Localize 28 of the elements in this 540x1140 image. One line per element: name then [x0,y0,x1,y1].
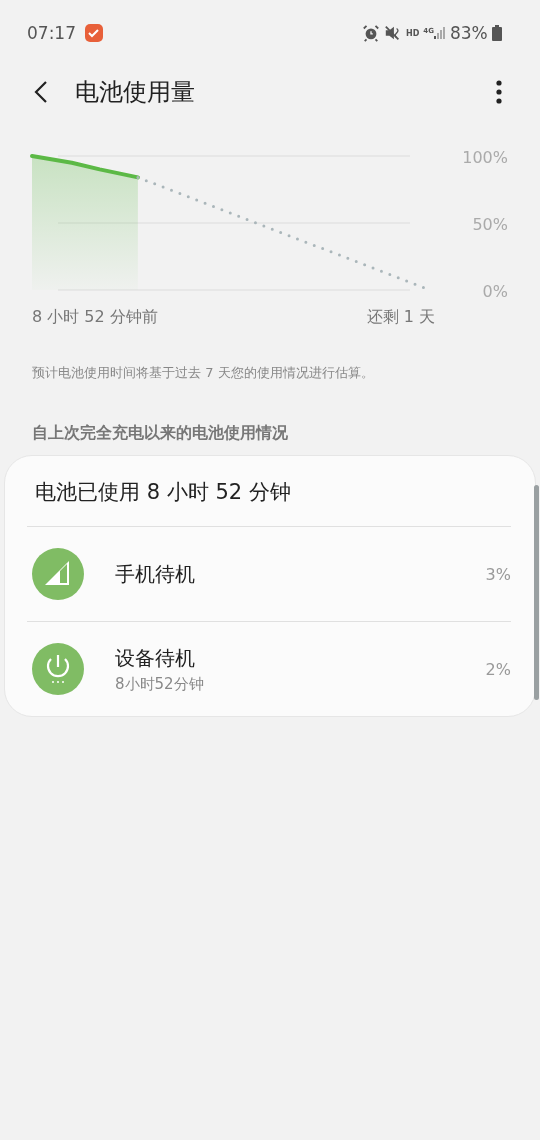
power-icon [31,642,85,696]
back-icon[interactable] [34,80,48,104]
estimate-note: 预计电池使用时间将基于过去 7 天您的使用情况进行估算。 [31,364,375,382]
axis-tick-label: 100% [462,148,508,167]
battery-icon [491,25,502,41]
item-duration: 8小时52分钟 [115,674,205,694]
axis-tick-label: 还剩 1 天 [366,307,435,326]
usage-summary: 电池已使用 8 小时 52 分钟 [27,456,511,527]
signal-icon [433,27,446,39]
item-name: 设备待机 [115,644,196,672]
notification-icon [84,23,104,43]
vibrate-icon [384,24,402,42]
axis-tick-label: 50% [472,215,508,234]
clock-time: 07:17 [27,23,76,43]
usage-row[interactable]: 设备待机 8小时52分钟 2% [27,622,511,716]
alarm-icon [362,24,380,42]
item-name: 手机待机 [115,560,196,588]
more-options-icon[interactable] [496,80,502,104]
page-title: 电池使用量 [75,77,196,108]
axis-tick-label: 0% [482,282,508,301]
item-percent: 3% [485,564,511,584]
signal-icon [31,547,85,601]
axis-tick-label: 8 小时 52 分钟前 [32,307,158,326]
usage-row[interactable]: 手机待机 3% [27,527,511,622]
battery-percent: 83% [449,23,488,43]
item-percent: 2% [485,659,511,679]
section-heading: 自上次完全充电以来的电池使用情况 [31,423,289,444]
hd-label: HD [406,28,420,38]
